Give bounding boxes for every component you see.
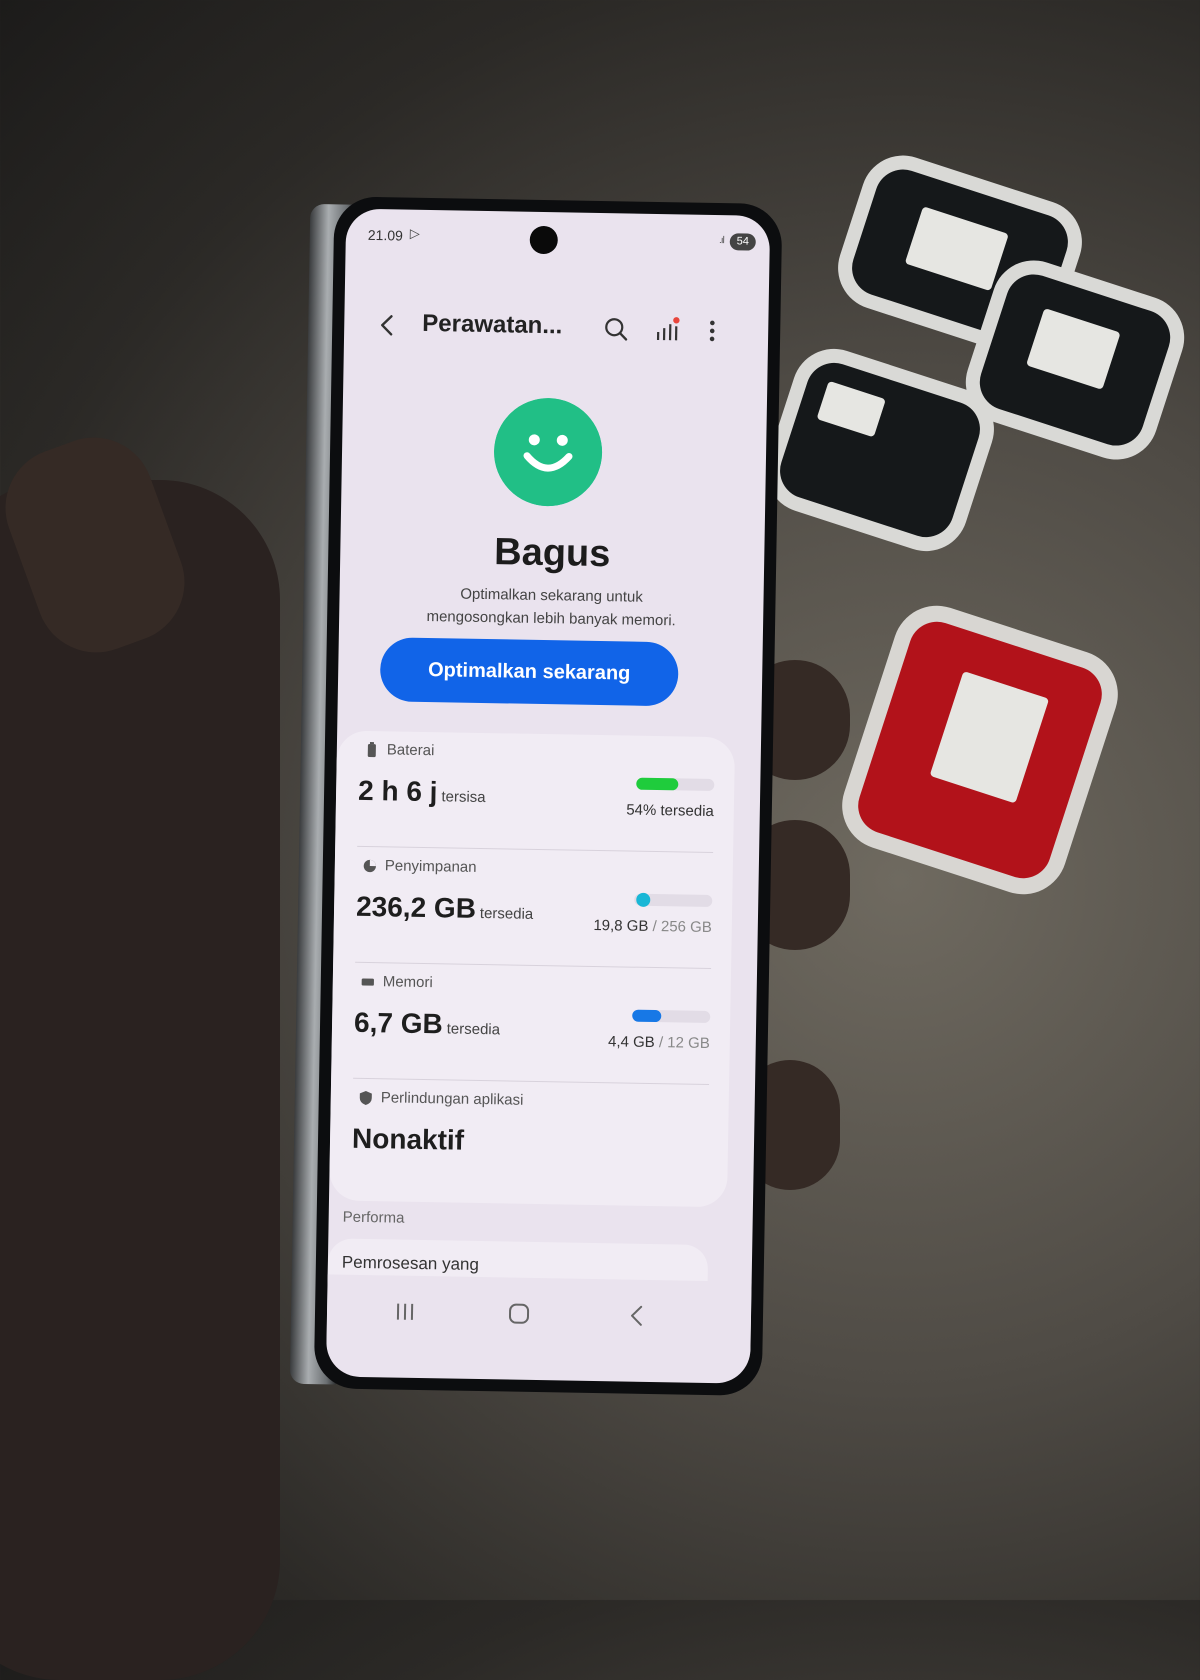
storage-unit: tersedia bbox=[480, 905, 534, 923]
performance-section-header: Performa bbox=[343, 1209, 405, 1227]
description-line: mengosongkan lebih banyak memori. bbox=[379, 604, 723, 633]
more-vert-icon[interactable] bbox=[694, 313, 731, 350]
memory-total: / 12 GB bbox=[659, 1034, 710, 1052]
memory-used: 4,4 GB bbox=[608, 1033, 655, 1051]
memory-unit: tersedia bbox=[447, 1020, 501, 1038]
recents-icon[interactable] bbox=[385, 1291, 426, 1332]
app-bar: Perawatan... bbox=[344, 301, 769, 360]
status-description: Optimalkan sekarang untuk mengosongkan l… bbox=[379, 581, 724, 633]
storage-bar bbox=[634, 894, 712, 907]
bar-chart-icon[interactable] bbox=[648, 312, 685, 349]
storage-row[interactable]: Penyimpanan 236,2 GBtersedia 19,8 GB / 2… bbox=[333, 846, 733, 969]
battery-row[interactable]: Baterai 2 h 6 jtersisa 54% tersedia bbox=[335, 730, 735, 853]
storage-free: 236,2 GB bbox=[356, 891, 476, 924]
storage-bar-fill bbox=[636, 893, 650, 907]
list-item-label: Pemrosesan yang bbox=[342, 1253, 479, 1275]
battery-label: Baterai bbox=[387, 741, 435, 759]
storage-total: / 256 GB bbox=[652, 918, 711, 936]
battery-bar bbox=[636, 778, 714, 791]
app-protection-row[interactable]: Perlindungan aplikasi Nonaktif bbox=[329, 1078, 729, 1201]
battery-unit: tersisa bbox=[441, 788, 485, 806]
battery-icon bbox=[365, 742, 379, 758]
status-time: 21.09 bbox=[368, 227, 403, 244]
memory-bar bbox=[632, 1010, 710, 1023]
notification-dot bbox=[673, 317, 680, 324]
battery-indicator: 54 bbox=[730, 233, 756, 250]
search-icon[interactable] bbox=[598, 311, 635, 348]
memory-row[interactable]: Memori 6,7 GBtersedia 4,4 GB / 12 GB bbox=[331, 962, 731, 1085]
memory-label: Memori bbox=[383, 973, 433, 991]
phone-case-box bbox=[851, 614, 1109, 885]
memory-bar-fill bbox=[632, 1010, 661, 1023]
app-protection-label: Perlindungan aplikasi bbox=[381, 1089, 524, 1108]
back-icon[interactable] bbox=[370, 307, 407, 344]
play-store-icon: ▷ bbox=[410, 226, 420, 242]
home-icon[interactable] bbox=[499, 1293, 540, 1334]
storage-used: 19,8 GB bbox=[593, 917, 648, 935]
smiley-icon bbox=[493, 397, 603, 507]
front-camera bbox=[530, 226, 558, 254]
status-bar: 21.09 ▷ .ıl 54 bbox=[346, 209, 771, 260]
phone-device: 21.09 ▷ .ıl 54 Perawatan... bbox=[290, 196, 791, 1404]
optimize-now-button[interactable]: Optimalkan sekarang bbox=[380, 637, 679, 706]
storage-pie-icon bbox=[363, 858, 377, 874]
status-word: Bagus bbox=[340, 528, 765, 578]
phone-screen: 21.09 ▷ .ıl 54 Perawatan... bbox=[326, 209, 770, 1384]
memory-free: 6,7 GB bbox=[354, 1007, 443, 1040]
device-care-card: Baterai 2 h 6 jtersisa 54% tersedia Peny… bbox=[329, 730, 735, 1207]
storage-label: Penyimpanan bbox=[385, 857, 477, 876]
app-protection-value: Nonaktif bbox=[352, 1123, 465, 1157]
phone-case-box bbox=[773, 356, 987, 545]
hand bbox=[0, 480, 280, 1680]
battery-bar-fill bbox=[636, 778, 678, 791]
signal-icon: .ıl bbox=[719, 235, 724, 246]
nav-back-icon[interactable] bbox=[617, 1295, 658, 1336]
memory-chip-icon bbox=[361, 974, 375, 990]
battery-time: 2 h 6 j bbox=[358, 775, 438, 807]
navigation-bar bbox=[326, 1274, 751, 1351]
page-title: Perawatan... bbox=[422, 310, 563, 340]
battery-available: 54% tersedia bbox=[626, 802, 714, 821]
shield-icon bbox=[359, 1090, 373, 1106]
